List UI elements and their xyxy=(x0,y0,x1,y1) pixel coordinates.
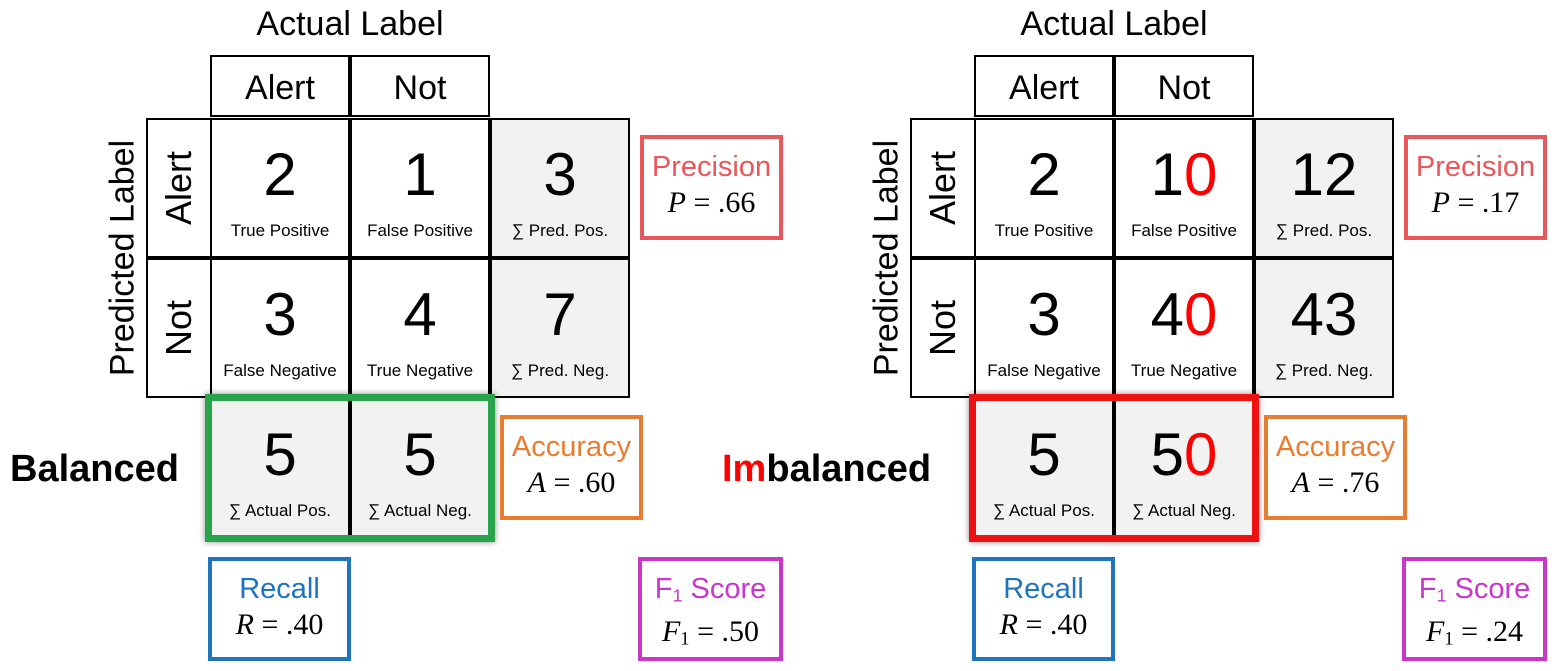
actual-label-title: Actual Label xyxy=(256,5,444,43)
cell-false-negative: 3 False Negative xyxy=(974,258,1114,398)
predicted-label-title: Predicted Label xyxy=(103,139,142,377)
cell-pred-neg-sum: 7 ∑ Pred. Neg. xyxy=(490,258,630,398)
cell-true-positive: 2 True Positive xyxy=(210,118,350,258)
cell-pred-neg-sum: 43 ∑ Pred. Neg. xyxy=(1254,258,1394,398)
cell-caption: False Negative xyxy=(987,361,1101,380)
f1-value: F1 = .24 xyxy=(1425,614,1524,650)
cell-caption: True Negative xyxy=(1130,361,1238,380)
precision-value: P = .66 xyxy=(667,186,756,219)
row-header-alert: Alert xyxy=(910,118,974,258)
cell-caption: ∑ Pred. Pos. xyxy=(511,221,609,240)
cell-value: 2 xyxy=(263,141,297,208)
recall-title: Recall xyxy=(1003,573,1084,605)
accuracy-value: A = .76 xyxy=(1291,466,1380,499)
cell-value: 7 xyxy=(543,281,577,348)
cell-caption: True Positive xyxy=(230,221,330,240)
precision-value: P = .17 xyxy=(1431,186,1520,219)
accuracy-value: A = .60 xyxy=(527,466,616,499)
row-header-not: Not xyxy=(910,258,974,398)
precision-box: Precision P = .66 xyxy=(640,135,783,240)
cell-caption: False Negative xyxy=(223,361,337,380)
cell-caption: ∑ Pred. Pos. xyxy=(1275,221,1373,240)
col-header-alert: Alert xyxy=(210,55,350,117)
cell-value: 1 xyxy=(403,141,437,208)
f1-title: F1 Score xyxy=(1418,573,1531,606)
f1-title: F1 Score xyxy=(654,573,767,606)
f1-score-box: F1 Score F1 = .50 xyxy=(638,557,783,661)
cell-false-positive: 1 False Positive xyxy=(350,118,490,258)
row-header-not: Not xyxy=(146,258,210,398)
cell-caption: False Positive xyxy=(1131,221,1237,240)
cell-value: 3 xyxy=(543,141,577,208)
cell-value: 40 xyxy=(1150,281,1218,348)
f1-score-box: F1 Score F1 = .24 xyxy=(1402,557,1547,661)
cell-caption: True Positive xyxy=(994,221,1094,240)
added-zero: 0 xyxy=(1184,141,1218,208)
cell-caption: ∑ Pred. Neg. xyxy=(1274,361,1374,380)
f1-value: F1 = .50 xyxy=(661,614,760,650)
balanced-label: Balanced xyxy=(10,448,179,490)
accuracy-box: Accuracy A = .60 xyxy=(500,415,643,520)
actual-label-title: Actual Label xyxy=(1020,5,1208,43)
imbalanced-panel: Actual Label Alert Not Predicted Label A… xyxy=(722,0,1547,671)
recall-title: Recall xyxy=(239,573,320,605)
cell-false-negative: 3 False Negative xyxy=(210,258,350,398)
cell-false-positive: 10 False Positive xyxy=(1114,118,1254,258)
cell-value: 2 xyxy=(1027,141,1061,208)
precision-title: Precision xyxy=(1415,151,1536,183)
added-zero: 0 xyxy=(1184,281,1218,348)
recall-box: Recall R = .40 xyxy=(208,557,351,661)
imbalanced-label: Imbalanced xyxy=(722,448,932,490)
col-header-not: Not xyxy=(350,55,490,117)
accuracy-box: Accuracy A = .76 xyxy=(1264,415,1407,520)
cell-value: 3 xyxy=(263,281,297,348)
cell-pred-pos-sum: 3 ∑ Pred. Pos. xyxy=(490,118,630,258)
actual-sums-highlight xyxy=(205,394,495,542)
balanced-panel: Actual Label Alert Not Predicted Label A… xyxy=(0,0,783,671)
cell-caption: ∑ Pred. Neg. xyxy=(510,361,610,380)
cell-value: 4 xyxy=(403,281,437,348)
cell-value: 3 xyxy=(1027,281,1061,348)
actual-sums-highlight xyxy=(969,394,1259,542)
recall-box: Recall R = .40 xyxy=(972,557,1115,661)
accuracy-title: Accuracy xyxy=(1275,431,1396,463)
cell-pred-pos-sum: 12 ∑ Pred. Pos. xyxy=(1254,118,1394,258)
recall-value: R = .40 xyxy=(999,608,1088,641)
col-header-not: Not xyxy=(1114,55,1254,117)
cell-true-negative: 40 True Negative xyxy=(1114,258,1254,398)
cell-value: 43 xyxy=(1290,281,1358,348)
precision-title: Precision xyxy=(651,151,772,183)
accuracy-title: Accuracy xyxy=(511,431,632,463)
cell-caption: True Negative xyxy=(366,361,474,380)
predicted-label-title: Predicted Label xyxy=(867,139,906,377)
cell-true-positive: 2 True Positive xyxy=(974,118,1114,258)
col-header-alert: Alert xyxy=(974,55,1114,117)
recall-value: R = .40 xyxy=(235,608,324,641)
cell-value: 12 xyxy=(1290,141,1358,208)
cell-true-negative: 4 True Negative xyxy=(350,258,490,398)
cell-caption: False Positive xyxy=(367,221,473,240)
row-header-alert: Alert xyxy=(146,118,210,258)
cell-value: 10 xyxy=(1150,141,1218,208)
precision-box: Precision P = .17 xyxy=(1404,135,1547,240)
